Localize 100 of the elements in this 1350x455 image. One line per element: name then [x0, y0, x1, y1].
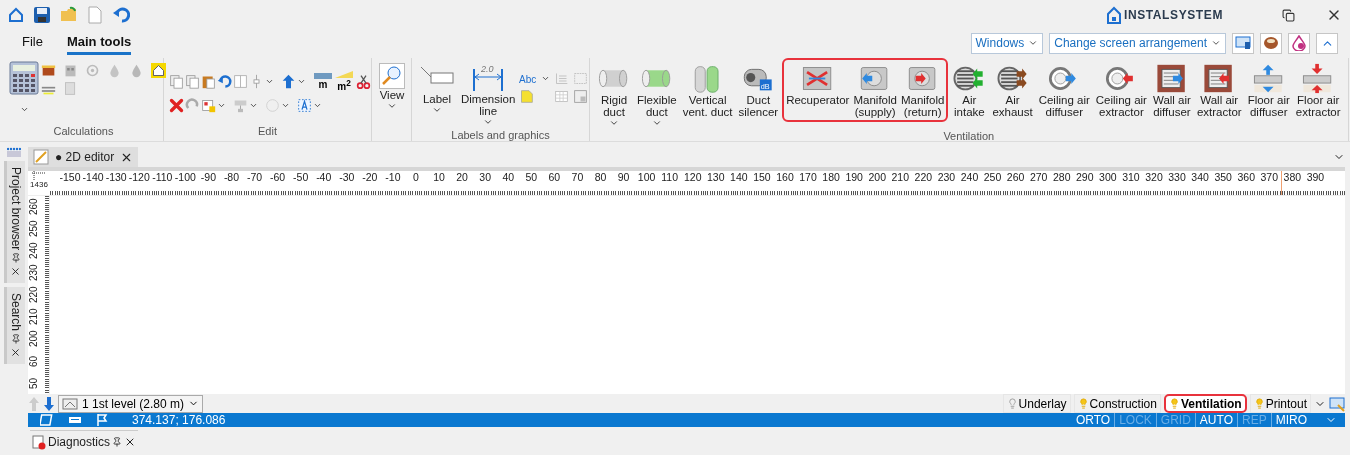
ruler-label: 110: [660, 171, 680, 185]
ribbon-button[interactable]: View: [377, 61, 407, 113]
close-icon[interactable]: [10, 266, 21, 278]
reel-button[interactable]: [1260, 32, 1282, 54]
clipboard-icon[interactable]: [201, 74, 216, 90]
ruler-label: 140: [729, 171, 749, 185]
undo-icon[interactable]: [217, 74, 232, 90]
drop-info-button[interactable]: [1288, 32, 1310, 54]
ribbon-button[interactable]: Air intake: [950, 61, 989, 120]
monitor-button[interactable]: [1232, 32, 1254, 54]
ruler-label: 40: [501, 171, 516, 185]
layers-icon[interactable]: [40, 413, 54, 427]
side-panel-tab[interactable]: Project browser: [3, 161, 25, 284]
cursor-coordinates: 374.137; 176.086: [132, 413, 226, 427]
ruler-label: 210: [890, 171, 911, 185]
ruler-label: 160: [775, 171, 795, 185]
ruler-label: 30: [478, 171, 492, 185]
document-tab[interactable]: ● 2D editor: [28, 147, 139, 167]
caret-icon[interactable]: [541, 74, 551, 83]
ruler-label: -40: [315, 171, 333, 185]
windows-dropdown[interactable]: Windows: [970, 32, 1044, 54]
ruler-label: 200: [867, 171, 887, 185]
ribbon-button[interactable]: Floor air diffuser: [1245, 61, 1292, 120]
layer-tab[interactable]: Printout: [1249, 394, 1311, 413]
scissors-icon[interactable]: [356, 74, 371, 90]
ribbon-button[interactable]: Recuperator: [784, 61, 852, 120]
save-icon[interactable]: [33, 6, 51, 24]
length-tool[interactable]: m: [313, 73, 333, 91]
ruler-label: -20: [361, 171, 379, 185]
undo-icon[interactable]: [112, 6, 130, 24]
caret-icon[interactable]: [19, 105, 29, 114]
menu-tab[interactable]: File: [22, 31, 43, 55]
pin-icon[interactable]: [112, 436, 123, 447]
ruler-label: 130: [706, 171, 726, 185]
ribbon-button[interactable]: Wall air extractor: [1194, 61, 1244, 120]
level-dropdown[interactable]: 1 1st level (2.80 m): [58, 394, 204, 413]
ribbon-button[interactable]: Label: [417, 61, 457, 117]
ruler-label: -130: [105, 171, 127, 185]
table-icon[interactable]: [41, 63, 56, 78]
ruler-label: 220: [28, 285, 40, 306]
ribbon-button[interactable]: Rigid duct: [595, 61, 633, 130]
ribbon-button[interactable]: Air exhaust: [990, 61, 1035, 120]
ribbon-button[interactable]: Wall air diffuser: [1150, 61, 1193, 120]
down-arrow-icon[interactable]: [43, 395, 55, 412]
palette-icon[interactable]: [201, 98, 216, 114]
clipboard-error-icon: [32, 433, 46, 450]
side-panel-label: Project browser: [8, 167, 23, 251]
group-caption: Labels and graphics: [450, 129, 551, 141]
caret-icon: [1211, 38, 1221, 48]
arrangement-dropdown[interactable]: Change screen arrangement: [1049, 32, 1226, 54]
level-icon: [62, 397, 78, 410]
calculator-icon[interactable]: [9, 61, 39, 95]
group-caption: Calculations: [52, 125, 115, 139]
ribbon-button[interactable]: 2.0 Dimension line: [459, 61, 518, 129]
flag-icon[interactable]: [96, 413, 108, 427]
collapse-button[interactable]: [1316, 32, 1338, 54]
ribbon-button[interactable]: Vertical vent. duct: [680, 61, 735, 120]
close-icon[interactable]: [10, 347, 21, 359]
side-panel-tab[interactable]: Search: [3, 287, 25, 365]
home-icon[interactable]: [8, 7, 24, 23]
ribbon-button[interactable]: dB Duct silencer: [736, 61, 781, 120]
side-panel-label: Search: [8, 293, 23, 332]
ribbon-button[interactable]: Floor air extractor: [1293, 61, 1343, 120]
dimension-value: 2.0: [481, 64, 494, 74]
house-logo-icon: [1106, 6, 1122, 24]
mode-toggle[interactable]: MIRO: [1270, 413, 1311, 427]
keyboard-icon[interactable]: [68, 415, 82, 425]
layer-tab[interactable]: Underlay: [1002, 394, 1071, 413]
building-icon[interactable]: [63, 63, 78, 78]
ruler-origin-icon: [32, 171, 46, 180]
panel-tab-label: Diagnostics: [48, 434, 111, 449]
text-frame-icon[interactable]: [297, 98, 312, 114]
layer-tab[interactable]: Ventilation: [1163, 394, 1247, 413]
ruler-label: 230: [28, 263, 40, 284]
text-style-icon[interactable]: Abc: [519, 71, 542, 86]
area-tool[interactable]: m$^{2}$: [334, 71, 354, 93]
copy-icon[interactable]: [185, 74, 200, 90]
mode-toggle[interactable]: AUTO: [1194, 413, 1237, 427]
up-arrow-icon[interactable]: [281, 74, 296, 90]
panel-tab[interactable]: Diagnostics: [30, 429, 139, 453]
ribbon-button[interactable]: Manifold (return): [898, 61, 947, 120]
pin-icon[interactable]: [10, 334, 21, 345]
delete-icon[interactable]: [169, 98, 184, 114]
brand-name: INSTALSYSTEM: [1124, 8, 1223, 22]
ribbon-button[interactable]: Flexible duct: [635, 61, 679, 130]
menu-tab[interactable]: Main tools: [66, 31, 132, 55]
house-icon[interactable]: [151, 63, 166, 78]
pin-icon[interactable]: [10, 253, 21, 264]
ruler-label: 260: [28, 197, 40, 218]
mode-toggle[interactable]: ORTO: [1071, 413, 1115, 427]
ribbon-button[interactable]: Ceiling air extractor: [1093, 61, 1149, 120]
ruler-label: 80: [593, 171, 608, 185]
ribbon-button[interactable]: Manifold (supply): [851, 61, 899, 120]
ruler-label: 240: [959, 171, 980, 185]
ruler-label: -110: [151, 171, 173, 185]
folder-icon[interactable]: [60, 6, 78, 24]
ribbon-button[interactable]: Ceiling air diffuser: [1036, 61, 1092, 120]
restore-icon[interactable]: [1282, 8, 1295, 22]
ruler-label: -140: [82, 171, 104, 185]
layer-tab[interactable]: Construction: [1073, 394, 1161, 413]
